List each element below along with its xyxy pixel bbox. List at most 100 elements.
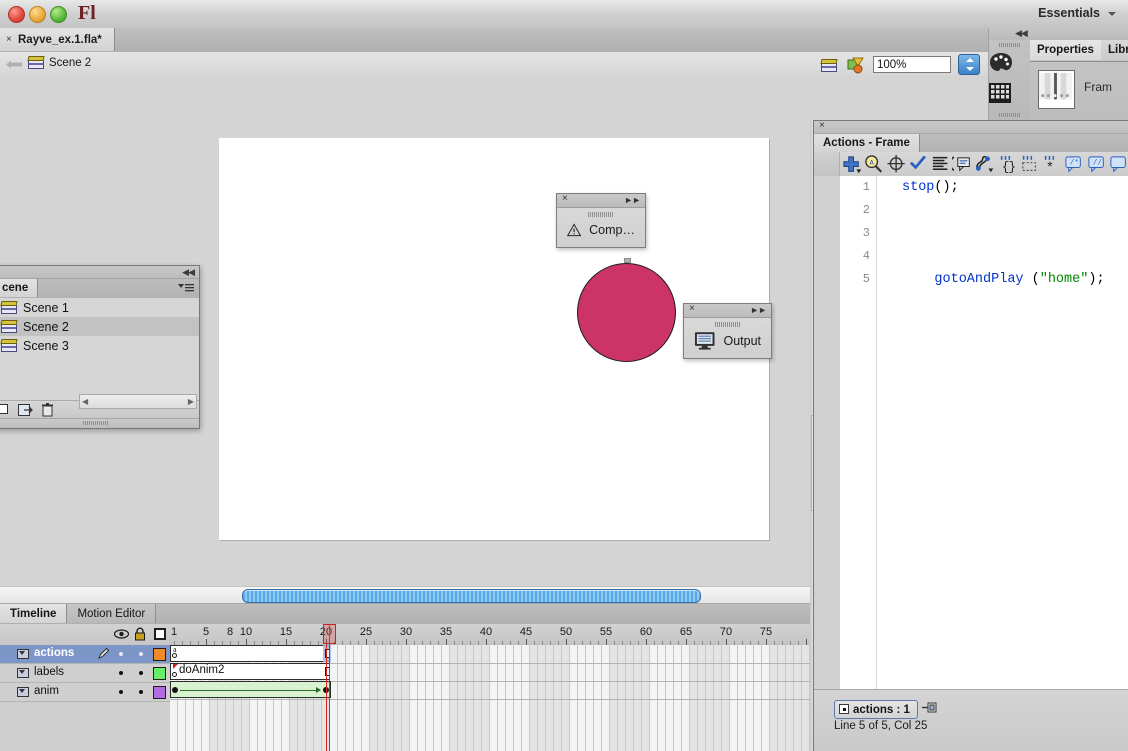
collapse-icon[interactable]: ◀◀ [1015,28,1028,39]
tab-motion-editor[interactable]: Motion Editor [67,604,157,623]
frame-row-actions[interactable]: a [170,645,810,664]
mini-panel-titlebar[interactable]: × ►► [684,303,771,318]
layer-lock-toggle[interactable] [139,690,143,694]
close-button[interactable] [8,6,25,23]
zoom-input[interactable] [873,56,951,73]
keyframe-marker[interactable] [172,672,177,677]
actions-panel-titlebar[interactable]: × [814,120,1128,134]
check-syntax-icon[interactable] [908,154,928,174]
scene-panel-titlebar[interactable]: ◀◀ [0,266,199,279]
code-line[interactable] [902,222,1128,245]
chevron-down-icon[interactable] [1108,12,1116,16]
tab-scene[interactable]: cene [0,279,39,297]
apply-block-comment-icon[interactable]: /* [1063,154,1083,174]
insert-target-path-icon[interactable] [886,154,906,174]
lock-icon[interactable] [134,627,146,641]
close-icon[interactable]: × [819,120,825,131]
tab-timeline[interactable]: Timeline [0,604,68,623]
layer-row-labels[interactable]: labels [0,664,170,683]
scene-panel-resize-grip[interactable] [0,418,199,428]
collapse-selection-icon[interactable] [1019,154,1039,174]
maximize-button[interactable] [50,6,67,23]
expand-icon[interactable]: ►► [624,195,641,205]
add-item-icon[interactable] [841,154,862,174]
script-navigator-chip[interactable]: actions : 1 [834,700,918,719]
code-line[interactable]: stop(); [902,176,1128,199]
circle-shape[interactable] [577,263,676,362]
eye-icon[interactable] [114,628,129,640]
timeline-frames[interactable]: a doAnim2 [170,645,810,751]
scene-panel[interactable]: ◀◀ cene Scene 1 Scene 2 Scene 3 ◀ ▶ [0,265,200,429]
frame-row-labels[interactable]: doAnim2 [170,663,810,682]
drag-grip[interactable] [999,113,1021,117]
layer-lock-toggle[interactable] [139,671,143,675]
color-palette-icon[interactable] [989,52,1013,73]
close-icon[interactable]: × [6,34,12,45]
compiler-errors-row[interactable]: Comp… [557,217,645,247]
collapse-between-braces-icon[interactable]: {} [997,154,1017,174]
workspace-switcher-label[interactable]: Essentials [1038,6,1100,20]
layer-color-swatch[interactable] [153,667,166,680]
document-tab-rayve[interactable]: × Rayve_ex.1.fla* [0,28,115,51]
output-row[interactable]: Output [684,327,771,358]
frame-span[interactable] [170,645,330,662]
find-icon[interactable]: A [863,154,883,174]
tab-library[interactable]: Libra [1101,40,1128,60]
delete-scene-icon[interactable] [42,403,53,417]
output-mini-panel[interactable]: × ►► Output [683,303,772,359]
layer-color-swatch[interactable] [153,686,166,699]
layer-row-anim[interactable]: anim [0,683,170,702]
tab-properties[interactable]: Properties [1030,40,1102,60]
layer-visibility-toggle[interactable] [119,652,123,656]
mini-panel-titlebar[interactable]: × ►► [557,193,645,208]
layer-visibility-toggle[interactable] [119,690,123,694]
layer-name[interactable]: anim [34,685,59,697]
breadcrumb[interactable]: Scene 2 [27,56,91,69]
close-icon[interactable]: × [689,303,695,314]
zoom-stepper[interactable] [958,54,980,75]
expand-icon[interactable]: ►► [750,305,767,315]
pin-script-icon[interactable] [922,701,938,715]
show-code-hint-icon[interactable] [949,154,972,174]
panel-menu-icon[interactable] [178,283,194,293]
keyframe-marker[interactable] [172,653,177,658]
code-line[interactable]: gotoAndPlay ("home"); [902,268,1128,291]
actionscript-editor[interactable]: 12345 stop(); gotoAndPlay ("home"); [814,176,1128,690]
back-arrow-icon[interactable] [6,60,22,69]
drag-grip[interactable] [999,43,1021,47]
expand-all-icon[interactable]: * [1041,154,1061,176]
layer-row-actions[interactable]: actions [0,645,170,664]
code-line[interactable] [902,245,1128,268]
minimize-button[interactable] [29,6,46,23]
keyframe-marker[interactable] [172,687,178,693]
code-text[interactable]: stop(); gotoAndPlay ("home"); [877,176,1128,690]
code-line[interactable] [902,199,1128,222]
tab-actions-frame[interactable]: Actions - Frame [814,134,920,152]
layer-color-swatch[interactable] [153,648,166,661]
scene-panel-hscrollbar[interactable]: ◀ ▶ [79,394,197,409]
timeline-ruler[interactable]: 1 5 10 15 20 25 30 35 40 45 50 55 60 65 70 75 8 [170,624,810,646]
panel-icon-strip[interactable] [988,40,1032,128]
outline-icon[interactable] [154,628,166,640]
debug-options-icon[interactable] [974,154,994,174]
layer-lock-toggle[interactable] [139,652,143,656]
swatches-grid-icon[interactable] [989,83,1011,103]
layer-visibility-toggle[interactable] [119,671,123,675]
duplicate-scene-icon[interactable] [0,403,11,417]
frame-row-anim[interactable] [170,681,810,700]
layer-name[interactable]: labels [34,666,64,678]
list-item[interactable]: Scene 1 [0,298,199,317]
compiler-errors-mini-panel[interactable]: × ►► Comp… [556,193,646,248]
actions-toolbar[interactable]: A {} * /* // [814,152,1128,177]
auto-format-icon[interactable] [930,154,950,174]
collapse-icon[interactable]: ◀◀ [182,267,195,278]
layer-list[interactable]: actions labels anim [0,645,171,751]
list-item[interactable]: Scene 2 [0,317,199,336]
playhead-marker[interactable] [323,624,336,644]
layer-name[interactable]: actions [34,647,74,659]
add-scene-icon[interactable] [18,403,35,417]
remove-comment-icon[interactable] [1108,154,1128,174]
close-icon[interactable]: × [562,193,568,204]
scene-list[interactable]: Scene 1 Scene 2 Scene 3 [0,298,199,401]
list-item[interactable]: Scene 3 [0,336,199,355]
